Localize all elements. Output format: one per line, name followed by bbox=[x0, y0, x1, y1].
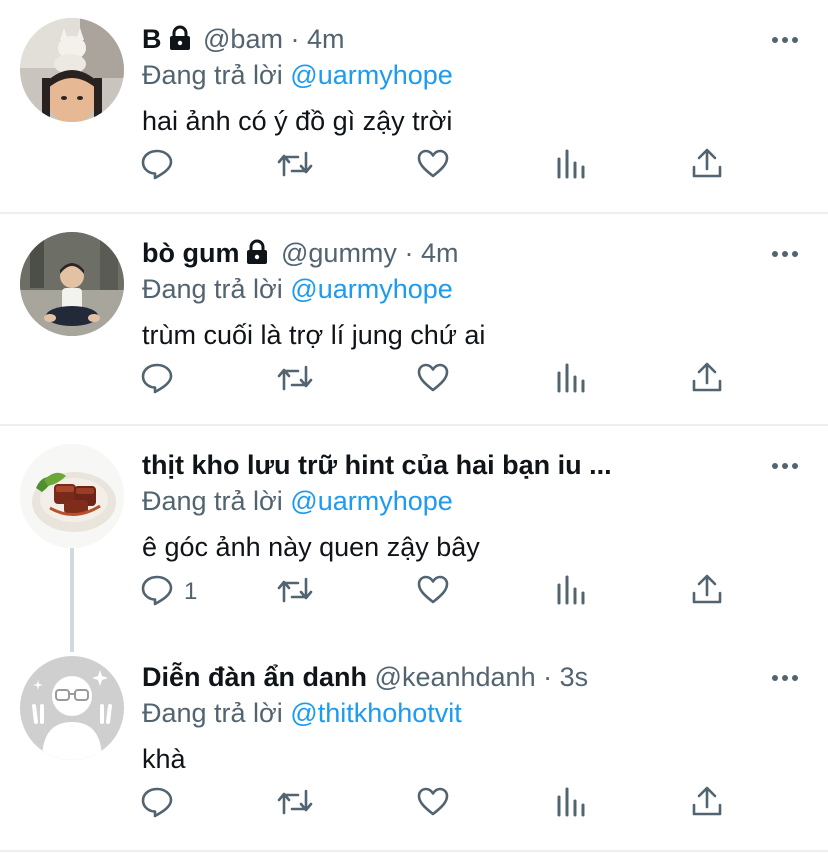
avatar[interactable] bbox=[20, 656, 124, 760]
action-bar bbox=[140, 786, 740, 826]
like-icon bbox=[416, 785, 450, 824]
tweet-text: khà bbox=[142, 744, 186, 774]
tweet-header: bò gum @gummy · 4m bbox=[142, 236, 748, 273]
reply-to-handle[interactable]: @uarmyhope bbox=[290, 486, 453, 516]
timestamp[interactable]: 3s bbox=[560, 662, 589, 692]
tweet-text: ê góc ảnh này quen zậy bây bbox=[142, 532, 480, 562]
display-name[interactable]: Diễn đàn ẩn danh bbox=[142, 662, 367, 692]
divider bbox=[0, 850, 828, 852]
replying-to-label: Đang trả lời bbox=[142, 698, 283, 728]
replying-to-label: Đang trả lời bbox=[142, 486, 283, 516]
share-icon bbox=[690, 361, 724, 400]
display-name[interactable]: bò gum bbox=[142, 238, 239, 268]
like-button[interactable] bbox=[416, 786, 450, 822]
analytics-icon bbox=[554, 573, 588, 612]
tweet-text: hai ảnh có ý đồ gì zậy trời bbox=[142, 106, 453, 136]
like-button[interactable] bbox=[416, 148, 450, 184]
meta-separator: · bbox=[404, 238, 414, 268]
share-button[interactable] bbox=[690, 786, 724, 822]
replying-to: Đang trả lời @thitkhohotvit bbox=[142, 696, 462, 730]
retweet-icon bbox=[276, 361, 314, 400]
like-icon bbox=[416, 361, 450, 400]
retweet-button[interactable] bbox=[276, 148, 314, 184]
reply-icon bbox=[140, 573, 174, 612]
reply-button[interactable] bbox=[140, 148, 184, 184]
reply-to-handle[interactable]: @thitkhohotvit bbox=[290, 698, 462, 728]
analytics-button[interactable] bbox=[554, 574, 588, 610]
share-icon bbox=[690, 147, 724, 186]
meta-separator: · bbox=[543, 662, 553, 692]
more-options-icon[interactable] bbox=[770, 30, 800, 50]
analytics-button[interactable] bbox=[554, 786, 588, 822]
timestamp[interactable]: 4m bbox=[307, 24, 345, 54]
meta-separator: · bbox=[290, 24, 300, 54]
share-button[interactable] bbox=[690, 574, 724, 610]
action-bar bbox=[140, 362, 740, 402]
tweet-header: B @bam · 4m bbox=[142, 22, 748, 59]
more-options-icon[interactable] bbox=[770, 456, 800, 476]
replying-to-label: Đang trả lời bbox=[142, 60, 283, 90]
display-name[interactable]: thịt kho lưu trữ hint của hai bạn iu ... bbox=[142, 450, 612, 480]
analytics-icon bbox=[554, 785, 588, 824]
like-icon bbox=[416, 573, 450, 612]
tweet-text: trùm cuối là trợ lí jung chứ ai bbox=[142, 320, 486, 350]
tweet-header: thịt kho lưu trữ hint của hai bạn iu ... bbox=[142, 448, 678, 482]
handle[interactable]: @bam bbox=[203, 24, 283, 54]
analytics-button[interactable] bbox=[554, 148, 588, 184]
retweet-icon bbox=[276, 147, 314, 186]
analytics-icon bbox=[554, 361, 588, 400]
replying-to: Đang trả lời @uarmyhope bbox=[142, 484, 453, 518]
replying-to-label: Đang trả lời bbox=[142, 274, 283, 304]
action-bar bbox=[140, 148, 740, 188]
reply-to-handle[interactable]: @uarmyhope bbox=[290, 274, 453, 304]
reply-button[interactable] bbox=[140, 362, 184, 398]
tweet-1[interactable]: B @bam · 4m Đang trả lời @uarmyhope hai … bbox=[0, 0, 828, 212]
share-button[interactable] bbox=[690, 362, 724, 398]
tweet-2[interactable]: bò gum @gummy · 4m Đang trả lời @uarmyho… bbox=[0, 214, 828, 424]
tweet-header: Diễn đàn ẩn danh @keanhdanh · 3s bbox=[142, 660, 748, 694]
reply-button[interactable] bbox=[140, 786, 184, 822]
lock-icon bbox=[168, 25, 192, 59]
avatar[interactable] bbox=[20, 18, 124, 122]
action-bar: 1 bbox=[140, 574, 740, 614]
avatar[interactable] bbox=[20, 232, 124, 336]
share-button[interactable] bbox=[690, 148, 724, 184]
like-button[interactable] bbox=[416, 574, 450, 610]
retweet-icon bbox=[276, 573, 314, 612]
reply-icon bbox=[140, 361, 174, 400]
tweet-3[interactable]: thịt kho lưu trữ hint của hai bạn iu ...… bbox=[0, 426, 828, 636]
more-options-icon[interactable] bbox=[770, 244, 800, 264]
timestamp[interactable]: 4m bbox=[421, 238, 459, 268]
reply-to-handle[interactable]: @uarmyhope bbox=[290, 60, 453, 90]
handle[interactable]: @keanhdanh bbox=[375, 662, 536, 692]
retweet-button[interactable] bbox=[276, 786, 314, 822]
handle[interactable]: @gummy bbox=[281, 238, 397, 268]
lock-icon bbox=[245, 239, 269, 273]
reply-icon bbox=[140, 785, 174, 824]
share-icon bbox=[690, 785, 724, 824]
share-icon bbox=[690, 573, 724, 612]
like-button[interactable] bbox=[416, 362, 450, 398]
analytics-button[interactable] bbox=[554, 362, 588, 398]
replying-to: Đang trả lời @uarmyhope bbox=[142, 58, 453, 92]
retweet-icon bbox=[276, 785, 314, 824]
replying-to: Đang trả lời @uarmyhope bbox=[142, 272, 453, 306]
reply-count: 1 bbox=[184, 578, 198, 605]
analytics-icon bbox=[554, 147, 588, 186]
retweet-button[interactable] bbox=[276, 574, 314, 610]
tweet-4[interactable]: Diễn đàn ẩn danh @keanhdanh · 3s Đang tr… bbox=[0, 638, 828, 848]
display-name[interactable]: B bbox=[142, 24, 162, 54]
reply-button[interactable]: 1 bbox=[140, 574, 197, 610]
like-icon bbox=[416, 147, 450, 186]
reply-icon bbox=[140, 147, 174, 186]
retweet-button[interactable] bbox=[276, 362, 314, 398]
avatar[interactable] bbox=[20, 444, 124, 548]
more-options-icon[interactable] bbox=[770, 668, 800, 688]
